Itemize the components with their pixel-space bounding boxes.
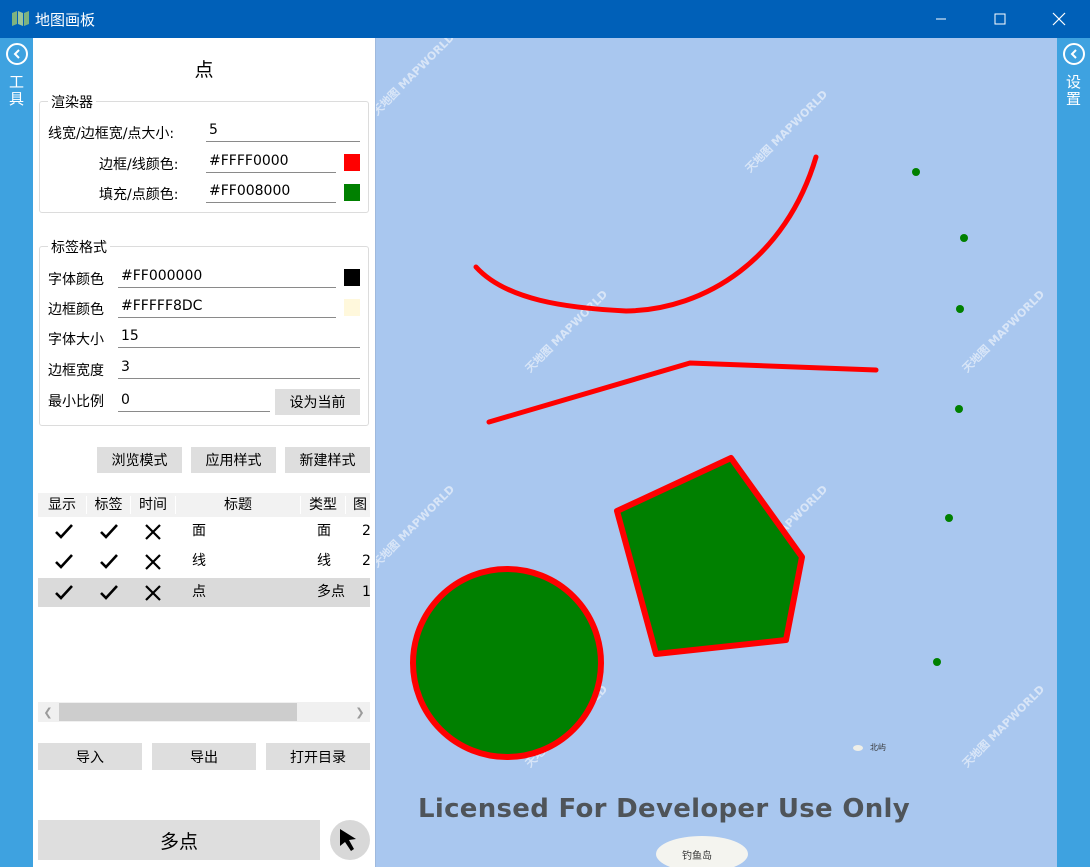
minimize-button[interactable] [918,0,964,38]
font-color-label: 字体颜色 [48,272,104,288]
map-icon [12,11,29,26]
open-directory-button[interactable]: 打开目录 [266,743,370,770]
table-row[interactable]: 面 面 2 [38,517,370,546]
scroll-right-arrow-icon[interactable]: ❯ [350,702,370,722]
tools-edge[interactable]: 工具 [0,38,33,867]
cursor-arrow-icon [340,829,356,851]
map-point [912,168,920,176]
col-header-label[interactable]: 标签 [87,493,130,517]
drawn-curve-line [473,154,819,314]
col-header-layer[interactable]: 图 [346,493,370,517]
draw-mode-button[interactable]: 多点 [38,820,320,860]
apply-style-button[interactable]: 应用样式 [191,447,276,473]
label-format-legend: 标签格式 [48,237,110,257]
close-icon [1052,12,1066,26]
map-canvas[interactable]: 天地图 MAPWORLD 天地图 MAPWORLD 天地图 MAPWORLD 天… [375,38,1057,867]
font-size-label: 字体大小 [48,332,104,348]
min-scale-input[interactable]: 0 [118,390,270,412]
map-point [960,234,968,242]
line-width-label: 线宽/边框宽/点大小: [48,126,175,142]
table-row-selected[interactable]: 点 多点 1 [38,578,370,607]
panel-title: 点 [194,59,214,81]
map-point [933,658,941,666]
border-color-swatch[interactable] [344,299,360,316]
fill-color-label: 填充/点颜色: [99,187,179,203]
tools-label: 工具 [8,73,24,108]
table-row[interactable]: 线 线 2 [38,547,370,576]
tools-panel: 点 渲染器 线宽/边框宽/点大小: 5 边框/线颜色: #FFFF0000 填充… [33,38,375,867]
chevron-left-icon [1070,49,1077,59]
island-label: 钓鱼岛 [682,851,712,862]
font-size-input[interactable]: 15 [118,326,360,348]
layer-grid-header: 显示 标签 时间 标题 类型 图 [38,493,370,517]
map-point [956,305,964,313]
select-tool-button[interactable] [330,820,370,860]
layer-title: 线 [192,553,206,569]
import-button[interactable]: 导入 [38,743,142,770]
scroll-left-arrow-icon[interactable]: ❮ [38,702,58,722]
check-icon[interactable] [55,585,73,600]
border-color-input[interactable]: #FFFFF8DC [118,296,336,318]
window-title: 地图画板 [35,11,96,29]
font-color-input[interactable]: #FF000000 [118,266,336,288]
layer-count: 1 [362,584,370,600]
check-icon[interactable] [55,524,73,539]
minimize-icon [936,18,946,20]
border-width-label: 边框宽度 [48,363,104,379]
stroke-color-input[interactable]: #FFFF0000 [206,151,336,173]
island-shape [853,745,863,751]
layer-type: 多点 [317,584,345,600]
layer-type: 线 [317,553,331,569]
new-style-button[interactable]: 新建样式 [285,447,370,473]
check-icon[interactable] [100,585,118,600]
fill-color-swatch[interactable] [344,184,360,201]
stroke-color-swatch[interactable] [344,154,360,171]
line-width-input[interactable]: 5 [206,120,360,142]
font-color-swatch[interactable] [344,269,360,286]
cross-icon[interactable] [145,524,161,540]
check-icon[interactable] [100,524,118,539]
maximize-icon [994,13,1006,25]
map-point [945,514,953,522]
license-text: Licensed For Developer Use Only [418,794,910,824]
map-point [955,405,963,413]
close-button[interactable] [1036,0,1082,38]
collapse-tools-button[interactable] [6,43,28,65]
drawn-circle [410,566,604,760]
border-width-input[interactable]: 3 [118,357,360,379]
settings-edge[interactable]: 设置 [1057,38,1090,867]
browse-mode-button[interactable]: 浏览模式 [97,447,182,473]
export-button[interactable]: 导出 [152,743,256,770]
layer-title: 点 [192,584,206,600]
chevron-left-icon [13,49,20,59]
layer-count: 2 [362,523,370,539]
set-current-button[interactable]: 设为当前 [275,389,360,415]
col-header-title[interactable]: 标题 [176,493,300,517]
drawn-polyline [486,360,879,425]
check-icon[interactable] [100,554,118,569]
col-header-visible[interactable]: 显示 [38,493,86,517]
layer-type: 面 [317,523,331,539]
check-icon[interactable] [55,554,73,569]
cross-icon[interactable] [145,585,161,601]
map-graphics-layer [410,154,968,867]
scrollbar-thumb[interactable] [59,703,297,721]
layer-count: 2 [362,553,370,569]
layer-title: 面 [192,523,206,539]
stroke-color-label: 边框/线颜色: [99,157,179,173]
renderer-legend: 渲染器 [48,92,96,112]
title-bar: 地图画板 [0,0,1090,38]
settings-label: 设置 [1065,73,1081,108]
expand-settings-button[interactable] [1063,43,1085,65]
maximize-button[interactable] [977,0,1023,38]
grid-horizontal-scrollbar[interactable]: ❮ ❯ [38,702,370,722]
border-color-label: 边框颜色 [48,302,104,318]
island-label: 北屿 [870,743,886,752]
col-header-type[interactable]: 类型 [301,493,345,517]
col-header-time[interactable]: 时间 [131,493,175,517]
min-scale-label: 最小比例 [48,394,104,410]
fill-color-input[interactable]: #FF008000 [206,181,336,203]
drawn-polygon [614,455,805,657]
cross-icon[interactable] [145,554,161,570]
